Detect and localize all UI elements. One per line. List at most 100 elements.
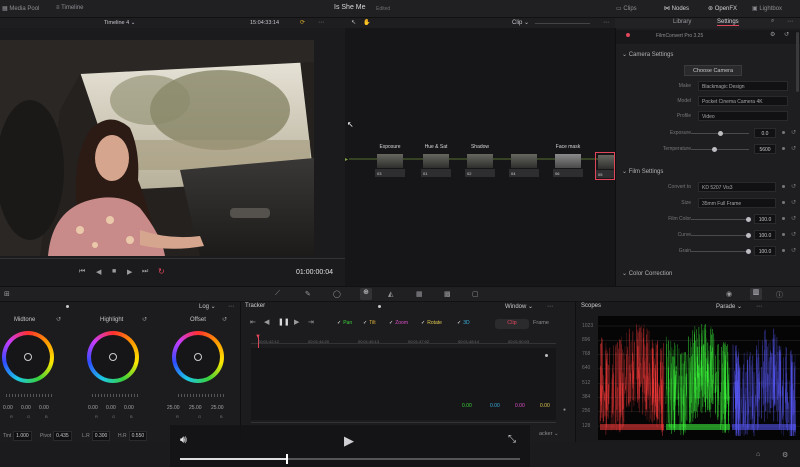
options-icon[interactable]: ⋯ [318,19,324,26]
node-05[interactable]: 05 [595,152,615,180]
rotate-toggle[interactable]: ✓ Rotate [421,320,442,326]
track-backward-start-icon[interactable]: ⇤ [250,318,256,326]
curves-icon[interactable]: ⟋ [275,290,280,298]
tracker-bottom-selector[interactable]: acker ⌄ [539,431,559,437]
play-icon[interactable]: ▶ [127,268,132,276]
node-04[interactable]: 04 [509,152,539,180]
tab-settings[interactable]: Settings [717,19,739,26]
offset-g[interactable]: 25.00 [189,405,202,411]
settings-gear-icon[interactable]: ⚙ [782,451,788,459]
stop-icon[interactable]: ■ [112,268,116,275]
reset-icon[interactable]: ↺ [791,183,796,190]
view-icon[interactable]: ◉ [726,290,732,298]
camera-settings-section[interactable]: ⌄ Camera Settings [622,51,673,58]
highlight-g[interactable]: 0.00 [106,405,116,411]
qualifier-icon[interactable]: ✎ [305,290,311,298]
keyframe-icon[interactable] [782,185,785,188]
track-forward-icon[interactable]: ▶ [294,318,299,326]
hand-tool-icon[interactable]: ✋ [363,19,370,26]
curve-value[interactable]: 100.0 [754,230,776,240]
reset-icon[interactable]: ↺ [784,31,789,38]
clip-button[interactable]: Clip [495,319,529,329]
timeline-selector[interactable]: Timeline 4 ⌄ [104,20,135,26]
temperature-value[interactable]: 5600 [754,144,776,154]
slider-knob[interactable] [712,147,717,152]
keyframe-point-icon[interactable] [545,354,548,357]
lightbox-button[interactable]: ▣ Lightbox [752,5,782,12]
page-dot-icon[interactable] [378,305,381,308]
clips-button[interactable]: ▭ Clips [616,5,637,12]
wheels-options-icon[interactable]: ⋯ [228,303,234,310]
tilt-toggle[interactable]: ✓ Tilt [363,320,376,326]
palette-nav-icon[interactable]: ⊞ [4,290,10,298]
tracker-graph[interactable] [251,348,556,420]
tint-control[interactable]: Tint 1.000 [3,431,32,441]
midtone-reset-icon[interactable]: ↺ [56,316,61,323]
openfx-button[interactable]: ⊛ OpenFX [708,5,737,12]
keyframe-icon[interactable] [782,131,785,134]
film-settings-section[interactable]: ⌄ Film Settings [622,168,663,175]
node-options-icon[interactable]: ⋯ [603,19,609,26]
volume-icon[interactable]: 🔊︎ [180,434,187,447]
fullscreen-exit-icon[interactable]: ⤡ [508,434,516,445]
inspector-scrollbar[interactable] [796,32,799,92]
slider-knob[interactable] [746,217,751,222]
reset-icon[interactable]: ↺ [791,199,796,206]
go-to-end-icon[interactable]: ⏭ [142,268,148,276]
exposure-value[interactable]: 0.0 [754,128,776,138]
3d-toggle[interactable]: ✓ 3D [457,320,470,326]
color-correction-section[interactable]: ⌄ Color Correction [622,270,672,277]
node-face-mask[interactable]: Face mask 06 [553,144,583,180]
exposure-slider[interactable] [691,131,749,136]
sizing-icon[interactable]: ▢ [472,290,479,298]
offset-r[interactable]: 25.00 [167,405,180,411]
highlight-puck[interactable] [109,353,117,361]
reset-icon[interactable]: ↺ [791,231,796,238]
keyframe-icon[interactable] [782,249,785,252]
play-button-icon[interactable]: ▶ [344,433,354,449]
tracker-icon[interactable]: ⊕ [360,288,372,300]
offset-b[interactable]: 25.00 [211,405,224,411]
magic-mask-icon[interactable]: ◭ [388,290,393,298]
node-graph[interactable]: ▸ Exposure 03 Hue & Sat 01 Shadow 02 04 … [345,28,615,286]
media-pool-tab[interactable]: ▦ Media Pool [2,5,39,12]
reset-icon[interactable]: ↺ [791,247,796,254]
tab-library[interactable]: Library [673,19,691,25]
frame-button[interactable]: Frame [533,320,549,326]
grain-value[interactable]: 100.0 [754,246,776,256]
window-icon[interactable]: ◯ [333,290,341,298]
go-to-start-icon[interactable]: ⏮ [79,268,85,276]
offset-reset-icon[interactable]: ↺ [222,316,227,323]
info-icon[interactable]: ⓘ [776,290,783,300]
lr-control[interactable]: L.R 0.300 [82,431,111,441]
plugin-enable-icon[interactable] [626,33,630,37]
loop-icon[interactable]: ↻ [158,267,165,276]
keyframe-icon[interactable] [782,147,785,150]
page-dot-icon[interactable] [66,305,69,308]
pointer-tool-icon[interactable]: ↖ [351,19,356,26]
progress-track[interactable] [180,458,520,460]
tracker-mode-selector[interactable]: Window ⌄ [505,303,533,310]
nodes-button[interactable]: ⋈ Nodes [664,5,689,12]
slider-knob[interactable] [718,131,723,136]
keyframe-icon[interactable] [782,217,785,220]
film-color-value[interactable]: 100.0 [754,214,776,224]
curve-slider[interactable] [691,233,751,238]
offset-master-wheel[interactable] [178,394,224,397]
scopes-options-icon[interactable]: ⋯ [756,303,762,310]
slider-knob[interactable] [746,249,751,254]
pan-toggle[interactable]: ✓ Pan [337,320,352,326]
midtone-g[interactable]: 0.00 [21,405,31,411]
tracker-options-icon[interactable]: ⋯ [547,303,553,310]
grain-slider[interactable] [691,249,751,254]
profile-field[interactable]: Video [698,111,788,121]
midtone-master-wheel[interactable] [6,394,52,397]
keyframe-icon[interactable] [782,201,785,204]
tracker-scrollbar[interactable] [251,422,556,423]
hr-control[interactable]: H.R 0.550 [118,431,148,441]
midtone-b[interactable]: 0.00 [39,405,49,411]
plugin-settings-icon[interactable]: ⚙ [770,31,775,38]
track-forward-end-icon[interactable]: ⇥ [308,318,314,326]
node-exposure[interactable]: Exposure 03 [375,144,405,180]
convert-dropdown[interactable]: KD 5207 Vis3 [698,182,776,192]
